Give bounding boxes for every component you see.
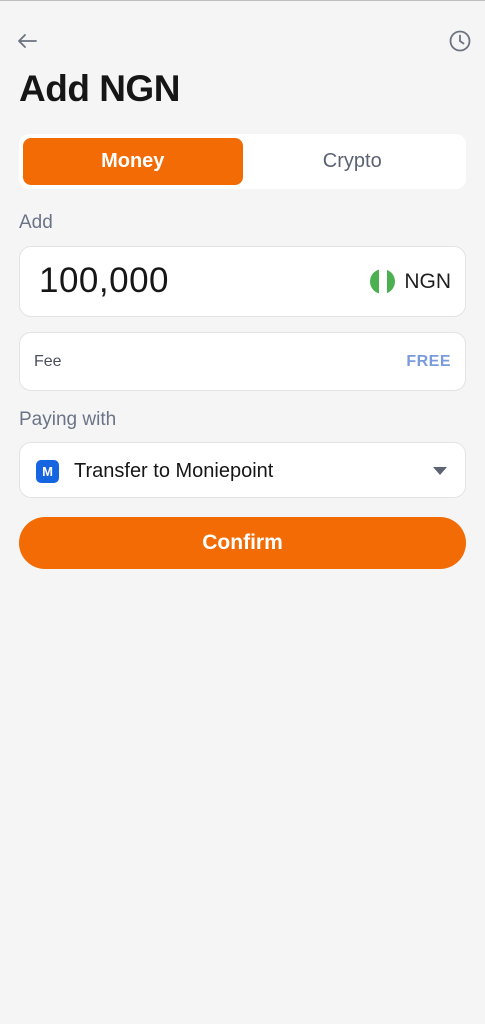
tab-money[interactable]: Money — [23, 138, 243, 185]
clock-icon — [449, 30, 471, 52]
fee-card: Fee FREE — [19, 332, 466, 391]
payment-method-label: Transfer to Moniepoint — [74, 460, 274, 482]
paying-with-label: Paying with — [19, 409, 117, 430]
arrow-left-icon — [18, 34, 37, 48]
tab-switcher: Money Crypto — [19, 134, 466, 189]
tab-crypto[interactable]: Crypto — [243, 138, 463, 185]
payment-method-dropdown[interactable]: M Transfer to Moniepoint — [19, 442, 466, 498]
moniepoint-logo-icon: M — [36, 460, 59, 483]
fee-label: Fee — [34, 353, 62, 370]
currency-code: NGN — [404, 269, 451, 293]
confirm-button[interactable]: Confirm — [19, 517, 466, 569]
fee-value: FREE — [406, 353, 451, 370]
caret-down-icon — [433, 467, 447, 475]
status-divider — [0, 0, 485, 1]
amount-input-card[interactable]: 100,000 NGN — [19, 246, 466, 317]
amount-input[interactable]: 100,000 — [39, 261, 169, 301]
page-title: Add NGN — [19, 68, 180, 109]
back-button[interactable] — [14, 28, 40, 54]
history-button[interactable] — [447, 28, 473, 54]
amount-label: Add — [19, 212, 53, 233]
header — [0, 26, 485, 56]
currency-selector: NGN — [370, 269, 451, 294]
nigeria-flag-icon — [370, 269, 396, 294]
